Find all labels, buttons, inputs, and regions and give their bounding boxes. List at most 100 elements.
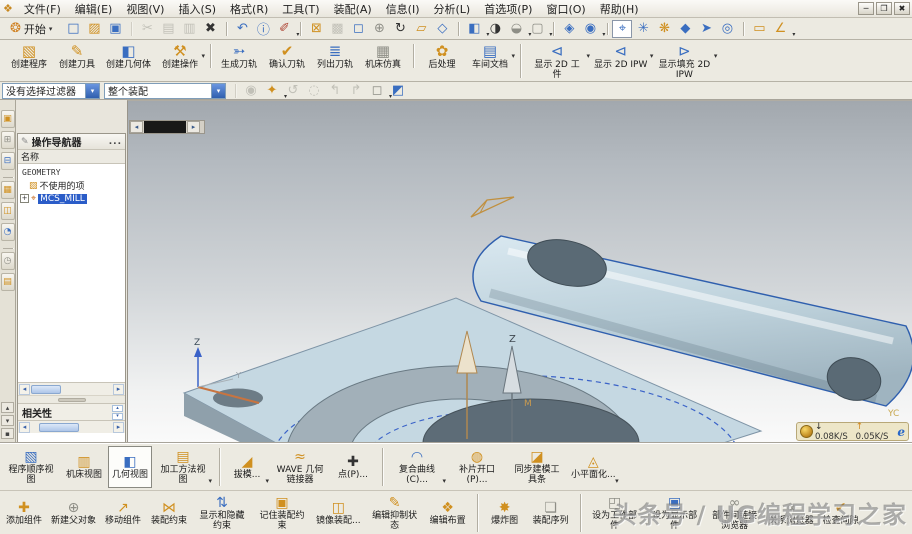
navigator-column-header[interactable]: 名称 [18, 150, 125, 164]
create-geometry-button[interactable]: ◧ 创建几何体 [102, 42, 155, 70]
hd3d-tools-icon[interactable]: ◫ [1, 202, 15, 220]
menu-item[interactable]: 首选项(P) [477, 0, 539, 18]
web-browser-icon[interactable]: ◔ [1, 223, 15, 241]
navigator-hscrollbar[interactable] [18, 382, 125, 395]
menu-item[interactable]: 窗口(O) [539, 0, 592, 18]
create-program-button[interactable]: ▧ 创建程序 [6, 42, 52, 70]
create-tool-button[interactable]: ✎ 创建刀具 [54, 42, 100, 70]
cut-icon[interactable]: ✂ [137, 20, 157, 38]
point-button[interactable]: ✚ 点(P)... [331, 446, 375, 488]
assembly-constraints-button[interactable]: ⋈ 装配约束 [147, 492, 191, 534]
mirror-assembly-button[interactable]: ◫ 镜像装配... [313, 492, 364, 534]
background-icon[interactable]: ▢ [527, 20, 547, 38]
menu-item[interactable]: 编辑(E) [68, 0, 120, 18]
dropdown-arrow-icon[interactable] [602, 31, 605, 38]
system-materials-icon[interactable]: ▤ [1, 273, 15, 291]
tree-item-mcs-mill[interactable]: ⌖ MCS_MILL [18, 192, 125, 205]
selection-scope-combo[interactable]: 整个装配 [104, 83, 226, 99]
minimize-button[interactable]: ─ [858, 2, 874, 15]
add-component-button[interactable]: ✚ 添加组件 [2, 492, 46, 534]
constraint-navigator-icon[interactable]: ⊞ [1, 131, 15, 149]
dropdown-arrow-icon[interactable] [512, 52, 516, 60]
new-parent-button[interactable]: ⊕ 新建父对象 [48, 492, 99, 534]
edit-arrangement-button[interactable]: ❖ 编辑布置 [426, 492, 470, 534]
tree-item-geometry[interactable]: GEOMETRY [18, 166, 125, 179]
assembly-navigator-icon[interactable]: ▣ [1, 110, 15, 128]
spin-up-icon[interactable] [112, 405, 123, 412]
assembly-constraint-icon[interactable]: ✳ [633, 20, 653, 38]
machine-simulation-button[interactable]: ▦ 机床仿真 [360, 42, 406, 70]
loop-selection-icon[interactable]: ◌ [304, 82, 324, 100]
angle-measure-icon[interactable]: ∠ [770, 20, 790, 38]
pin-icon[interactable]: ✎ [21, 137, 29, 147]
scroll-left-icon[interactable] [130, 121, 143, 133]
dropdown-arrow-icon[interactable] [296, 31, 299, 38]
point-dialog-icon[interactable]: ◆ [675, 20, 695, 38]
scroll-right-icon[interactable] [113, 384, 124, 395]
scroll-left-icon[interactable] [19, 422, 30, 433]
dropdown-arrow-icon[interactable] [266, 477, 270, 485]
navigator-overflow-button[interactable]: ... [109, 137, 122, 147]
verify-toolpath-button[interactable]: ✔ 确认刀轨 [264, 42, 310, 70]
generate-toolpath-button[interactable]: ➳ 生成刀轨 [216, 42, 262, 70]
show-2d-workpiece-button[interactable]: ⊲ 显示 2D 工件 [526, 42, 588, 80]
scroll-right-icon[interactable] [113, 422, 124, 433]
geometry-view-button[interactable]: ◧ 几何视图 [108, 446, 152, 488]
rectangle-select-icon[interactable]: ◻ [367, 82, 387, 100]
zoom-window-icon[interactable]: ◻ [348, 20, 368, 38]
previous-selection-icon[interactable]: ↰ [325, 82, 345, 100]
part-navigator-icon[interactable]: ⊟ [1, 152, 15, 170]
reuse-library-icon[interactable]: ▦ [1, 181, 15, 199]
history-icon[interactable]: ◷ [1, 252, 15, 270]
menu-item[interactable]: 帮助(H) [593, 0, 646, 18]
create-operation-button[interactable]: ⚒ 创建操作 [157, 42, 203, 70]
dropdown-arrow-icon[interactable] [443, 477, 447, 485]
splitter-grip[interactable] [58, 398, 86, 402]
copy-icon[interactable]: ▤ [158, 20, 178, 38]
rotate-view-icon[interactable]: ↻ [390, 20, 410, 38]
expand-icon[interactable] [20, 194, 29, 203]
paste-icon[interactable]: ▥ [179, 20, 199, 38]
find-component-icon[interactable]: ◉ [241, 82, 261, 100]
zoom-box-icon[interactable]: ▩ [327, 20, 347, 38]
scroll-left-icon[interactable] [19, 384, 30, 395]
start-button[interactable]: ❂ 开始 [4, 20, 58, 38]
move-component-button[interactable]: ↗ 移动组件 [101, 492, 145, 534]
exploded-view-button[interactable]: ✸ 爆炸图 [483, 492, 527, 534]
menu-item[interactable]: 插入(S) [171, 0, 223, 18]
close-button[interactable]: ✖ [894, 2, 910, 15]
dropdown-arrow-icon[interactable] [202, 52, 206, 60]
move-part-icon[interactable]: ◉ [580, 20, 600, 38]
command-finder-icon[interactable]: ⓘ [253, 20, 273, 38]
scroll-track[interactable] [31, 423, 112, 432]
patch-opening-button[interactable]: ◍ 补片开口(P)... [448, 446, 506, 488]
csys-orient-icon[interactable]: ⌖ [612, 20, 632, 38]
scroll-thumb[interactable] [39, 423, 79, 432]
panel-menu-icon[interactable]: ▪ [1, 428, 14, 439]
scroll-track[interactable] [31, 385, 112, 394]
selection-filter-combo[interactable]: 没有选择过滤器 [2, 83, 100, 99]
navigator-title-bar[interactable]: ✎ 操作导航器 ... [18, 134, 125, 150]
machining-method-view-button[interactable]: ▤ 加工方法视图 [154, 446, 212, 488]
menu-item[interactable]: 文件(F) [17, 0, 68, 18]
composite-curve-button[interactable]: ◠ 复合曲线(C)... [388, 446, 446, 488]
graphics-viewport[interactable]: Z M Z Y YC ↓ 0.08K/S ↑ 0.05K/S e [127, 100, 912, 443]
cursor-select-icon[interactable]: ➤ [696, 20, 716, 38]
menu-item[interactable]: 视图(V) [119, 0, 171, 18]
menu-item[interactable]: 格式(R) [223, 0, 275, 18]
dropdown-arrow-icon[interactable] [209, 477, 213, 485]
viewport-scrollbar[interactable] [129, 120, 205, 134]
restore-button[interactable]: ❐ [876, 2, 892, 15]
selection-scope-icon[interactable]: ◎ [717, 20, 737, 38]
combo-dropdown-icon[interactable] [85, 84, 99, 98]
browser-icon[interactable]: e [897, 425, 905, 439]
dropdown-arrow-icon[interactable] [615, 477, 619, 485]
menu-item[interactable]: 工具(T) [275, 0, 326, 18]
draft-button[interactable]: ◢ 拔模... [225, 446, 269, 488]
list-toolpath-button[interactable]: ≣ 列出刀轨 [312, 42, 358, 70]
dependencies-header[interactable]: 相关性 [18, 403, 125, 420]
select-menu-icon[interactable]: ✦ [262, 82, 282, 100]
solid-body-filter-icon[interactable]: ◩ [388, 82, 408, 100]
spin-down-icon[interactable] [112, 413, 123, 420]
shop-documentation-button[interactable]: ▤ 车间文档 [467, 42, 513, 70]
